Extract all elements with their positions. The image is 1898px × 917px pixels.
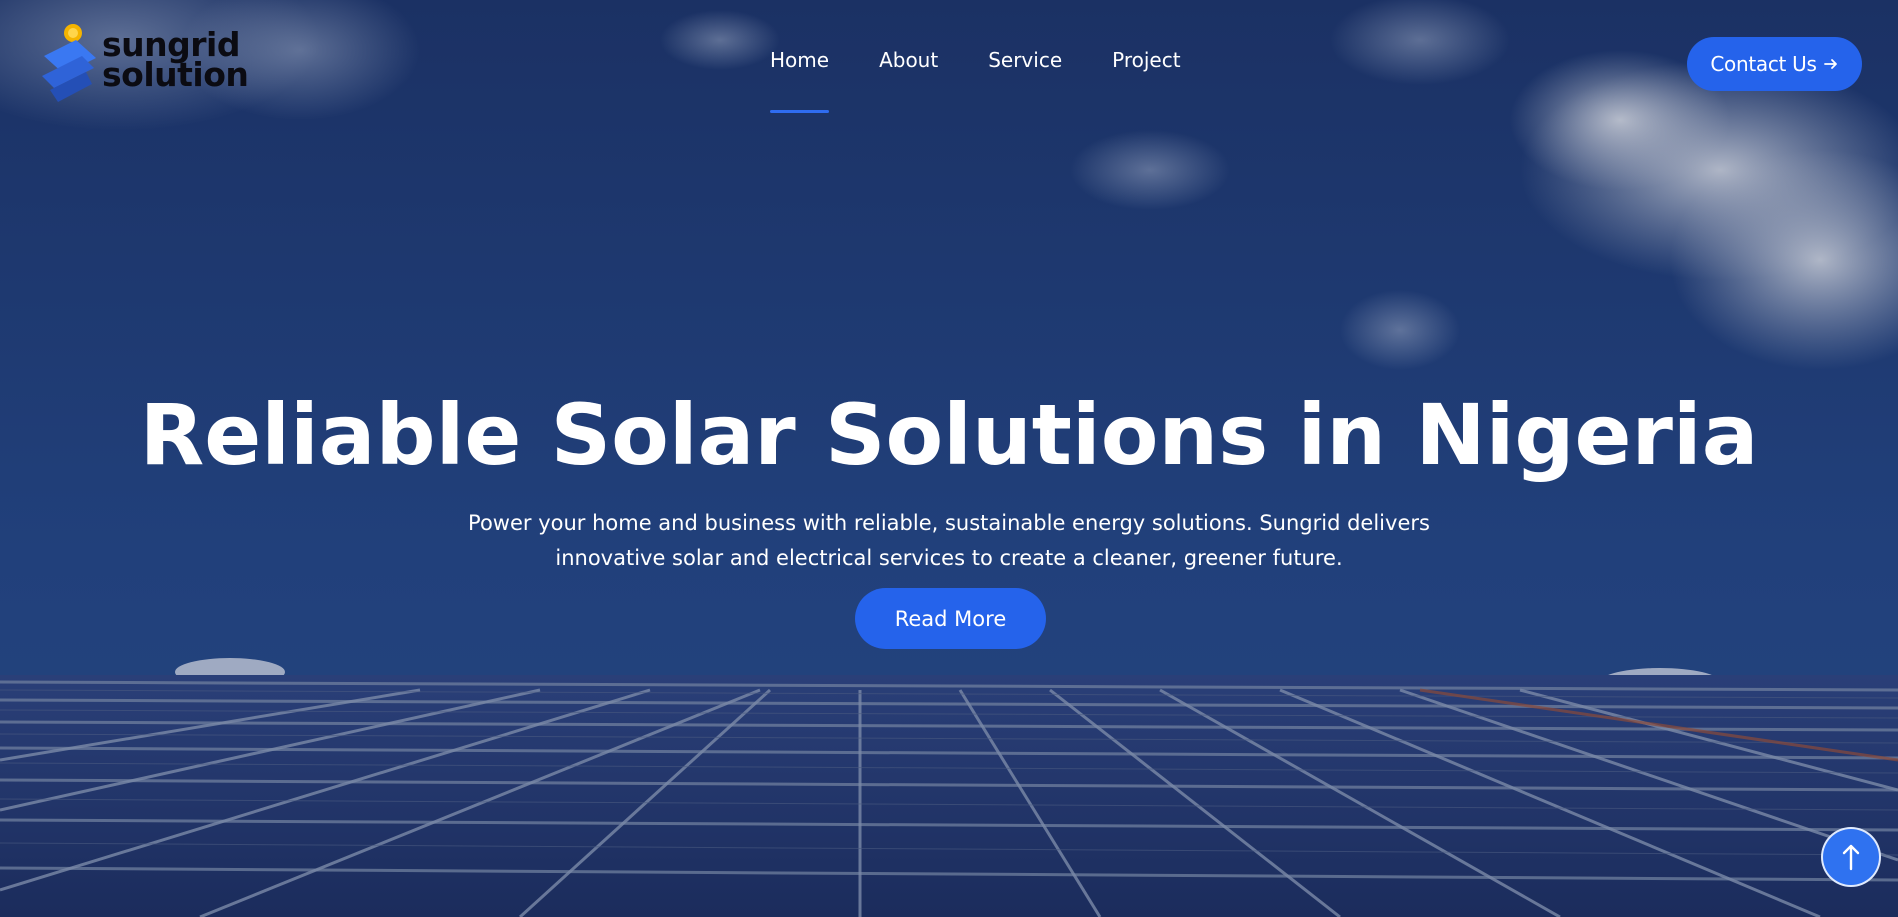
arrow-up-icon <box>1842 844 1860 871</box>
hero-page: sungrid solution Home About Service Proj… <box>0 0 1898 917</box>
logo-line-2: solution <box>102 55 249 94</box>
logo-wordmark: sungrid solution <box>102 28 249 94</box>
arrow-right-icon <box>1823 59 1837 69</box>
read-more-button[interactable]: Read More <box>855 588 1046 649</box>
hero-subtitle: Power your home and business with reliab… <box>449 506 1449 576</box>
scroll-to-top-button[interactable] <box>1821 827 1881 887</box>
nav-item-project[interactable]: Project <box>1112 48 1180 96</box>
hero-subtitle-line-1: Power your home and business with reliab… <box>468 511 1430 535</box>
contact-us-button[interactable]: Contact Us <box>1687 37 1862 91</box>
brand-logo[interactable]: sungrid solution <box>36 18 256 108</box>
nav-item-home[interactable]: Home <box>770 48 830 113</box>
hero-title: Reliable Solar Solutions in Nigeria <box>139 386 1759 484</box>
site-header: sungrid solution Home About Service Proj… <box>0 0 1898 130</box>
nav-item-about[interactable]: About <box>879 48 938 96</box>
main-nav: Home About Service Project <box>770 48 1231 113</box>
nav-item-service[interactable]: Service <box>988 48 1062 96</box>
hero-subtitle-line-2: innovative solar and electrical services… <box>555 546 1343 570</box>
logo-mark-icon <box>42 24 96 102</box>
contact-us-label: Contact Us <box>1710 52 1817 76</box>
